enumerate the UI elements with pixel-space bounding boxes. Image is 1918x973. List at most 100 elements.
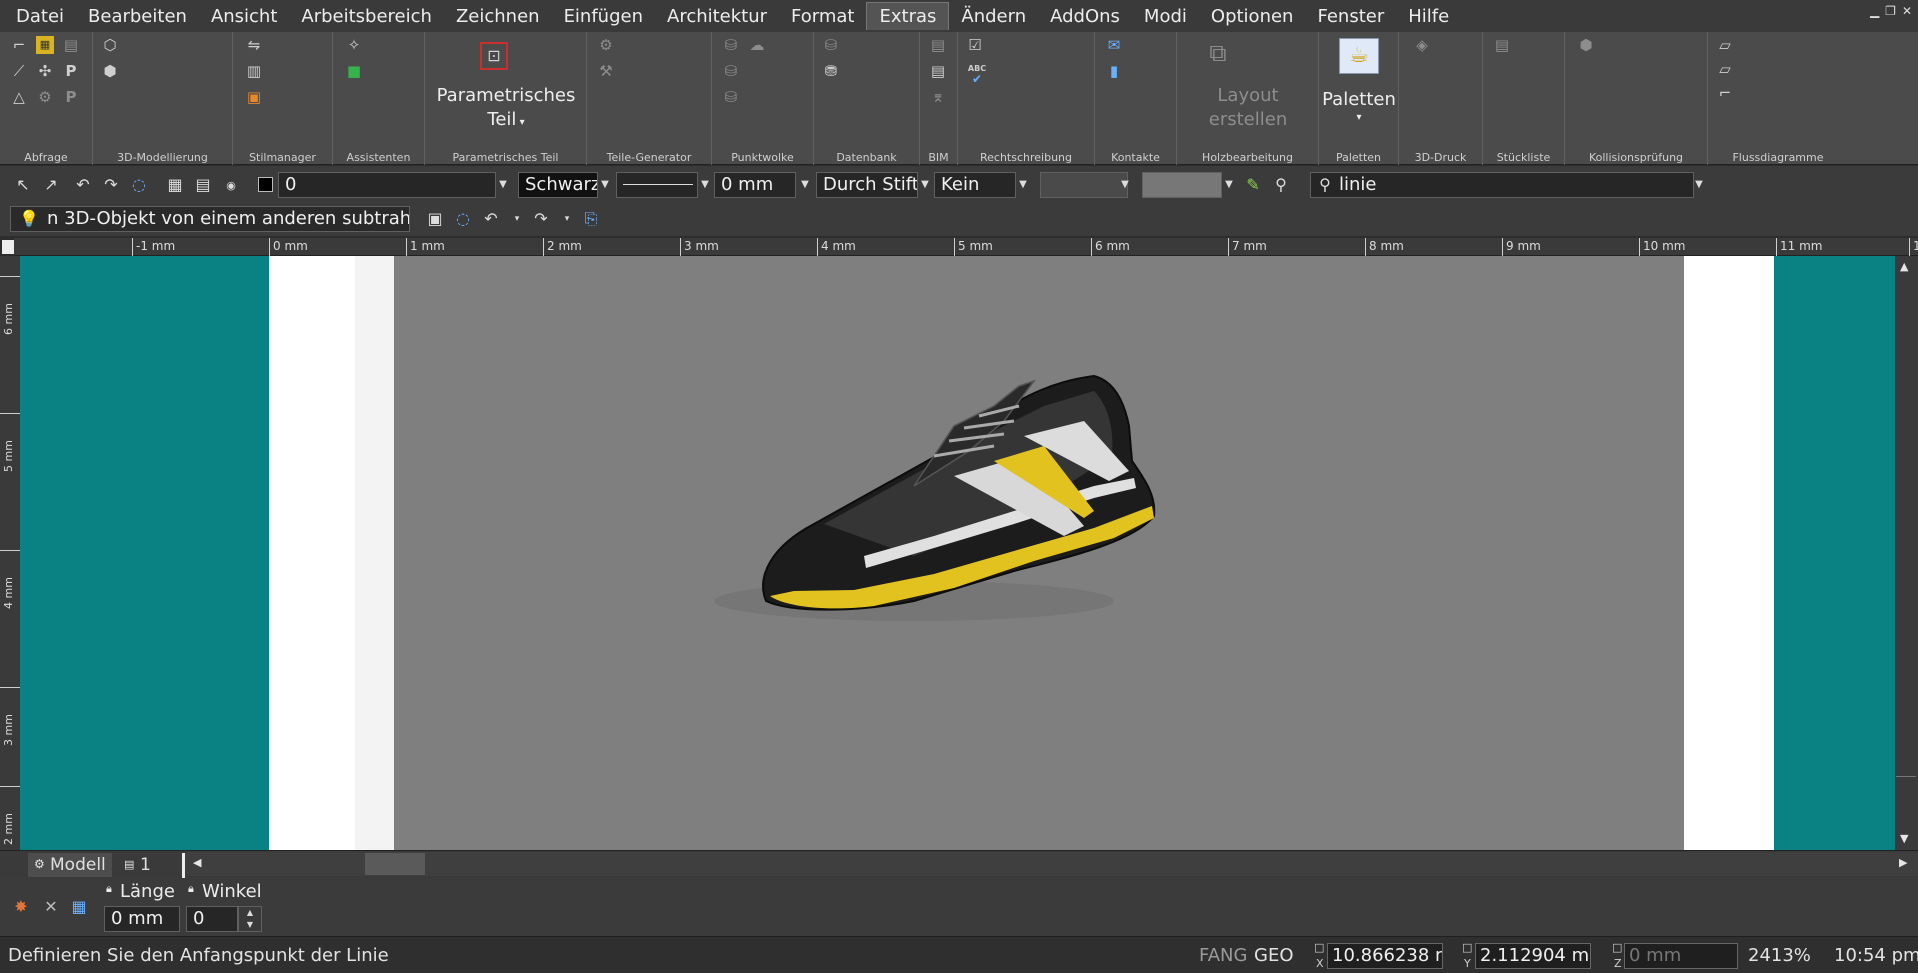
bom-icon[interactable]: ▤ <box>1493 36 1511 54</box>
format-painter-icon[interactable]: ⚲ <box>1270 174 1292 196</box>
menu-datei[interactable]: Datei <box>4 3 76 30</box>
angle-stepper[interactable]: ▲ ▼ <box>238 906 262 932</box>
menu-architektur[interactable]: Architektur <box>655 3 779 30</box>
spellcheck-icon[interactable]: ☑ <box>966 36 984 54</box>
chevron-down-icon[interactable]: ▼ <box>918 172 932 198</box>
bim-list-icon[interactable]: ▤ <box>929 62 947 80</box>
mail-icon[interactable]: ✉ <box>1105 36 1123 54</box>
layer-visibility-icon[interactable]: ◉ <box>220 175 242 197</box>
style-icon[interactable]: ⇋ <box>245 36 263 54</box>
style-manager-icon[interactable]: ▣ <box>245 88 263 106</box>
flowchart-connector-icon[interactable]: ⌐ <box>1716 84 1734 102</box>
flowchart-process-icon[interactable]: ▱ <box>1716 36 1734 54</box>
menu-fenster[interactable]: Fenster <box>1305 3 1396 30</box>
select-arrow-icon[interactable]: ↖ <box>12 174 34 196</box>
style-list-icon[interactable]: ▥ <box>245 62 263 80</box>
chevron-down-icon[interactable]: ▼ <box>798 172 812 198</box>
scrollbar-thumb[interactable] <box>365 853 425 875</box>
chevron-down-icon[interactable]: ▾ <box>556 208 578 230</box>
volume-icon[interactable]: ⚙ <box>36 88 54 106</box>
info-icon[interactable]: ▦ <box>36 36 54 54</box>
redo-icon[interactable]: ↷ <box>100 174 122 196</box>
z-coordinate-field[interactable]: 0 mm <box>1624 943 1738 969</box>
measure-icon[interactable]: ⌐ <box>10 36 28 54</box>
contacts-icon[interactable]: ▮ <box>1105 62 1123 80</box>
menu-extras[interactable]: Extras <box>866 2 950 30</box>
flowchart-data-icon[interactable]: ▱ <box>1716 60 1734 78</box>
database-link-icon[interactable]: ⛃ <box>822 62 840 80</box>
zoom-level[interactable]: 2413% <box>1748 945 1811 966</box>
undo-icon[interactable]: ↶ <box>72 174 94 196</box>
bim-icon[interactable]: ▤ <box>929 36 947 54</box>
3d-viewport[interactable] <box>394 256 1684 850</box>
bim-stairs-icon[interactable]: ⌆ <box>929 88 947 106</box>
p2-icon[interactable]: P <box>62 88 80 106</box>
menu-hilfe[interactable]: Hilfe <box>1396 3 1461 30</box>
pointcloud-edit-icon[interactable]: ⛁ <box>722 62 740 80</box>
redo-icon[interactable]: ↷ <box>530 208 552 230</box>
menu-addons[interactable]: AddOns <box>1038 3 1132 30</box>
y-coordinate-field[interactable]: 2.112904 mm <box>1475 943 1591 969</box>
x-coordinate-field[interactable]: 10.866238 mm <box>1327 943 1443 969</box>
menu-bearbeiten[interactable]: Bearbeiten <box>76 3 199 30</box>
menu-format[interactable]: Format <box>779 3 866 30</box>
parametric-part-button[interactable]: Parametrisches Teil ▾ <box>425 84 587 135</box>
menu-optionen[interactable]: Optionen <box>1199 3 1306 30</box>
scroll-up-icon[interactable]: ▲ <box>1900 260 1908 273</box>
collision-icon[interactable]: ⬢ <box>1577 36 1595 54</box>
wrench-icon[interactable]: ⚒ <box>597 62 615 80</box>
gear-icon[interactable]: ⚙ <box>597 36 615 54</box>
length-input[interactable]: 0 mm <box>104 906 180 932</box>
chevron-down-icon[interactable]: ▼ <box>1222 172 1236 198</box>
close-icon[interactable]: ✕ <box>40 896 62 918</box>
geo-toggle[interactable]: GEO <box>1254 945 1294 966</box>
layer-field[interactable]: 0 <box>278 172 496 198</box>
close-icon[interactable]: ✕ <box>1902 4 1912 18</box>
hatch-field[interactable] <box>1040 172 1128 198</box>
layer-stack-icon[interactable]: ▤ <box>192 174 214 196</box>
line-tool-icon[interactable]: ✸ <box>10 896 32 918</box>
pointcloud-icon[interactable]: ⛁ <box>722 36 740 54</box>
p-icon[interactable]: P <box>62 62 80 80</box>
chevron-down-icon[interactable]: ▼ <box>496 172 510 198</box>
cube-icon[interactable]: ⬡ <box>101 36 119 54</box>
area-icon[interactable]: ▤ <box>62 36 80 54</box>
export-icon[interactable]: ⎘ <box>580 208 602 230</box>
menu-zeichnen[interactable]: Zeichnen <box>444 3 552 30</box>
grid-icon[interactable]: ▦ <box>68 896 90 918</box>
save-icon[interactable]: ▣ <box>424 208 446 230</box>
angle-input[interactable]: 0 <box>186 906 238 932</box>
scroll-down-icon[interactable]: ▼ <box>1900 832 1908 845</box>
parametric-part-icon[interactable]: ⊡ <box>480 42 508 70</box>
layout-create-button[interactable]: Layout erstellen <box>1177 84 1319 132</box>
chevron-down-icon[interactable]: ▼ <box>598 172 612 198</box>
undo-icon[interactable]: ↶ <box>480 208 502 230</box>
menu-aendern[interactable]: Ändern <box>949 3 1038 30</box>
restore-icon[interactable]: ❐ <box>1885 4 1896 18</box>
brush-icon[interactable]: ✎ <box>1242 174 1264 196</box>
menu-modi[interactable]: Modi <box>1132 3 1199 30</box>
horizontal-scrollbar[interactable]: ◀ ▶ <box>185 852 1918 876</box>
paletten-button[interactable]: Paletten ▾ <box>1319 88 1399 124</box>
scroll-left-icon[interactable]: ◀ <box>193 856 201 869</box>
chevron-down-icon[interactable]: ▾ <box>506 208 528 230</box>
point-icon[interactable]: ✣ <box>36 62 54 80</box>
database-icon[interactable]: ⛁ <box>822 36 840 54</box>
pointcloud-export-icon[interactable]: ⛁ <box>722 88 740 106</box>
pointcloud-cloud-icon[interactable]: ☁ <box>748 36 766 54</box>
menu-arbeitsbereich[interactable]: Arbeitsbereich <box>289 3 444 30</box>
chevron-down-icon[interactable]: ▼ <box>1692 172 1706 198</box>
layer-table-icon[interactable]: ▦ <box>164 174 186 196</box>
hexagon-icon[interactable]: ⬢ <box>101 62 119 80</box>
scroll-right-icon[interactable]: ▶ <box>1899 856 1907 869</box>
select-edit-icon[interactable]: ↗ <box>40 174 62 196</box>
lasso-icon[interactable]: ◌ <box>452 208 474 230</box>
color-field[interactable]: Schwarz <box>518 172 598 198</box>
print3d-icon[interactable]: ◈ <box>1413 36 1431 54</box>
menu-einfuegen[interactable]: Einfügen <box>552 3 655 30</box>
minimize-icon[interactable]: ▁ <box>1870 4 1879 18</box>
drawing-canvas[interactable] <box>20 256 1895 850</box>
hint-field[interactable]: n 3D-Objekt von einem anderen subtrahier… <box>10 206 410 232</box>
fill-field[interactable]: Kein <box>934 172 1016 198</box>
command-search-input[interactable]: linie <box>1310 172 1694 198</box>
